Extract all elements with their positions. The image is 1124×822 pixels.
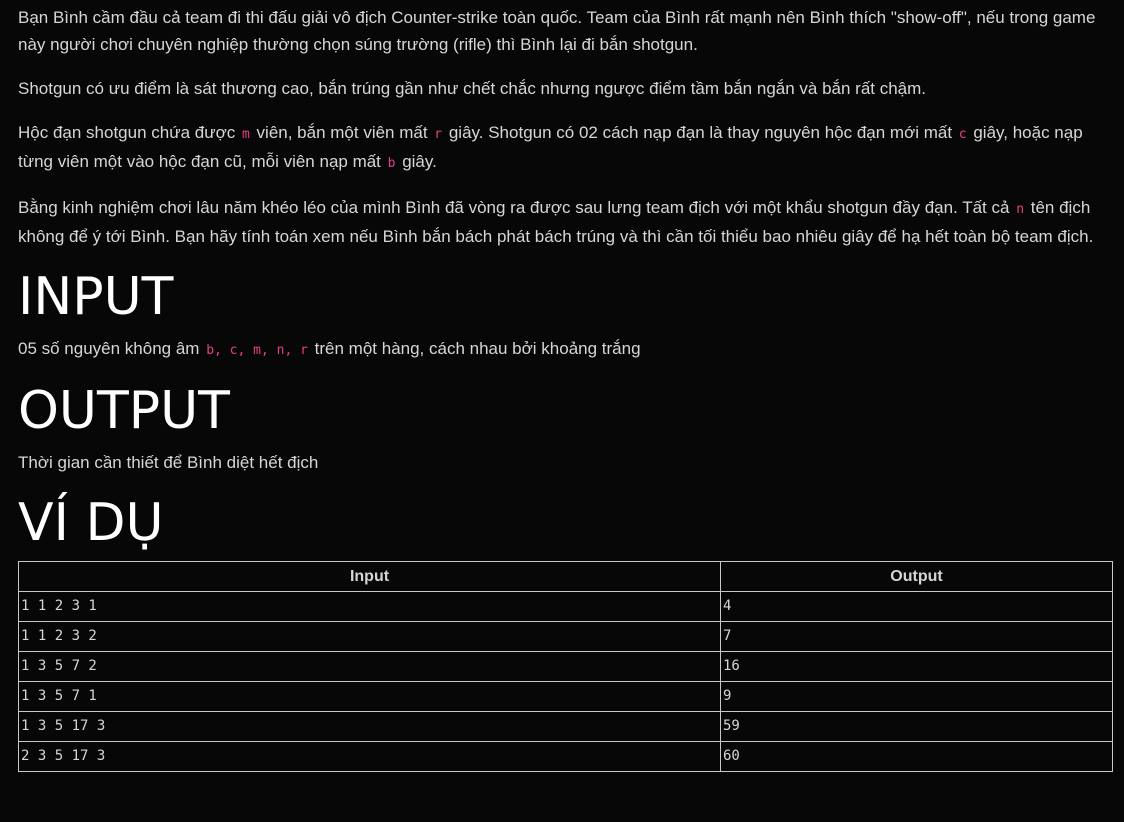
table-header-row: Input Output <box>18 561 1113 592</box>
output-cell: 9 <box>720 681 1113 712</box>
input-cell: 2 3 5 17 3 <box>18 741 721 772</box>
example-table: Input Output 1 1 2 3 1 4 1 1 2 3 2 7 1 3… <box>18 561 1113 772</box>
output-heading: OUTPUT <box>18 381 230 441</box>
output-cell: 7 <box>720 621 1113 652</box>
text-span: viên, bắn một viên mất <box>251 123 433 142</box>
text-span: 05 số nguyên không âm <box>18 339 205 358</box>
input-variables: b, c, m, n, r <box>206 343 308 358</box>
table-row: 1 3 5 17 3 59 <box>18 711 1113 742</box>
input-cell: 1 3 5 17 3 <box>18 711 721 742</box>
input-cell: 1 3 5 7 1 <box>18 681 721 712</box>
output-cell: 60 <box>720 741 1113 772</box>
variable-b: b <box>387 156 396 171</box>
table-row: 1 3 5 7 2 16 <box>18 651 1113 682</box>
input-description: 05 số nguyên không âm b, c, m, n, r trên… <box>18 335 1112 364</box>
output-cell: 4 <box>720 591 1113 622</box>
table-row: 1 3 5 7 1 9 <box>18 681 1113 712</box>
input-cell: 1 3 5 7 2 <box>18 651 721 682</box>
input-cell: 1 1 2 3 1 <box>18 591 721 622</box>
intro-paragraph: Bạn Bình cầm đầu cả team đi thi đấu giải… <box>18 8 1096 54</box>
input-cell: 1 1 2 3 2 <box>18 621 721 652</box>
reload-paragraph: Hộc đạn shotgun chứa được m viên, bắn mộ… <box>18 119 1112 177</box>
text-span: Hộc đạn shotgun chứa được <box>18 123 240 142</box>
text-span: giây. <box>397 152 437 171</box>
table-row: 1 1 2 3 2 7 <box>18 621 1113 652</box>
shotgun-paragraph: Shotgun có ưu điểm là sát thương cao, bắ… <box>18 79 927 98</box>
table-row: 2 3 5 17 3 60 <box>18 741 1113 772</box>
output-cell: 59 <box>720 711 1113 742</box>
output-description: Thời gian cần thiết để Bình diệt hết địc… <box>18 453 319 472</box>
text-span: trên một hàng, cách nhau bởi khoảng trắn… <box>309 339 641 358</box>
problem-statement: Bạn Bình cầm đầu cả team đi thi đấu giải… <box>0 0 1124 772</box>
text-span: giây. Shotgun có 02 cách nạp đạn là thay… <box>444 123 957 142</box>
output-cell: 16 <box>720 651 1113 682</box>
table-row: 1 1 2 3 1 4 <box>18 591 1113 622</box>
text-span: Bằng kinh nghiệm chơi lâu năm khéo léo c… <box>18 198 1015 217</box>
example-heading: VÍ DỤ <box>18 493 164 553</box>
variable-r: r <box>434 127 443 142</box>
enemy-paragraph: Bằng kinh nghiệm chơi lâu năm khéo léo c… <box>18 194 1112 250</box>
input-heading: INPUT <box>18 267 174 327</box>
input-column-header: Input <box>18 561 721 592</box>
variable-n: n <box>1016 202 1025 217</box>
output-column-header: Output <box>720 561 1113 592</box>
variable-c: c <box>958 127 967 142</box>
variable-m: m <box>241 127 250 142</box>
